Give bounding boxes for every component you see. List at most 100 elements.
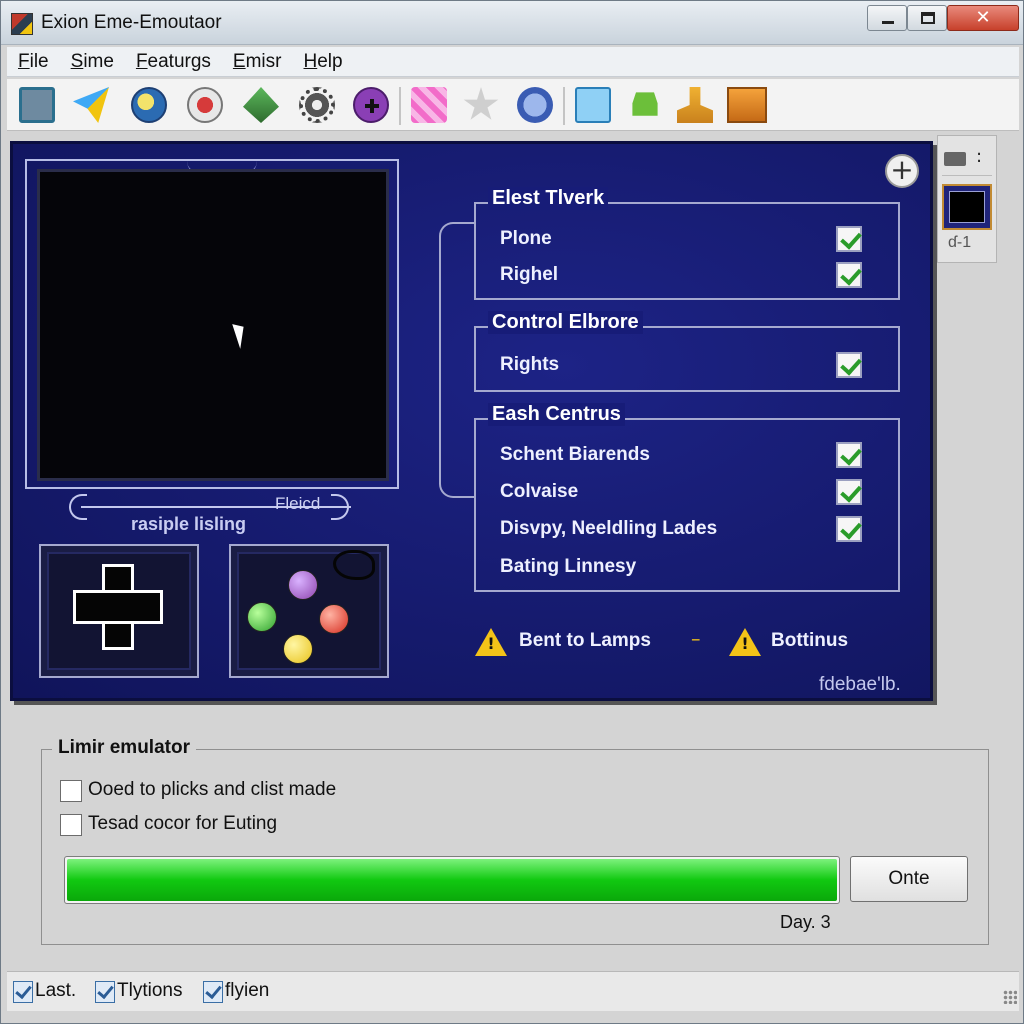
checkbox[interactable] [60, 814, 82, 836]
window-title: Exion Eme-Emoutaor [41, 12, 222, 33]
option-checkbox[interactable] [836, 516, 862, 542]
option-label: Righel [500, 264, 559, 285]
check-icon [203, 981, 223, 1003]
day-label: Day. 3 [780, 912, 831, 932]
close-button[interactable]: ✕ [947, 5, 1019, 31]
screen-frame [25, 159, 399, 489]
thumbnail-label: ɗ-1 [948, 234, 972, 251]
option-checkbox[interactable] [836, 226, 862, 252]
option-label: Schent Biarends [500, 444, 650, 465]
bird-icon[interactable] [73, 87, 109, 123]
title-bar[interactable]: Exion Eme-Emoutaor ✕ [1, 1, 1023, 45]
status-label: Tlytions [117, 980, 183, 1001]
option-checkbox[interactable] [836, 352, 862, 378]
plate-icon[interactable] [243, 87, 279, 123]
resize-grip-icon[interactable] [1003, 990, 1017, 1004]
gamepad-icon[interactable] [353, 87, 389, 123]
option-label: Colvaise [500, 481, 579, 502]
android-icon[interactable] [632, 92, 658, 116]
maximize-button[interactable] [907, 5, 947, 31]
drive-icon [944, 152, 966, 166]
red-button[interactable] [319, 604, 349, 634]
emulator-screen[interactable] [37, 169, 389, 481]
check-icon [95, 981, 115, 1003]
menu-file[interactable]: File [7, 51, 60, 73]
warning-separator: – [691, 628, 701, 650]
emulator-window: Exion Eme-Emoutaor ✕ File Sime Featurgs … [0, 0, 1024, 1024]
side-drive-row[interactable]: : [942, 142, 992, 176]
option-label: Plone [500, 228, 552, 249]
app-icon [11, 13, 33, 35]
status-label: Last. [35, 980, 77, 1001]
menu-sime[interactable]: Sime [60, 51, 125, 73]
screen-thumbnail[interactable] [942, 184, 992, 230]
warning-icon: ! [729, 628, 761, 656]
bug-icon[interactable] [517, 87, 553, 123]
group-title: Control Elbrore [488, 311, 643, 334]
warning-label-left: Bent to Lamps [519, 630, 651, 651]
progress-fill [67, 859, 837, 901]
minimize-icon [882, 21, 894, 24]
group-bracket [439, 222, 475, 498]
checkbox-label: Tesad cocor for Euting [88, 813, 278, 834]
maximize-icon [921, 12, 935, 24]
option-checkbox[interactable] [836, 479, 862, 505]
group-control-elbrore: Control Elbrore Rights [474, 311, 900, 392]
menu-featurgs[interactable]: Featurgs [125, 51, 222, 73]
toolbar-separator [399, 87, 401, 125]
check-icon [13, 981, 33, 1003]
dpad-center [105, 593, 131, 621]
purple-button[interactable] [288, 570, 318, 600]
menu-help[interactable]: Help [293, 51, 354, 73]
group-eash-centrus: Eash Centrus Schent Biarends Colvaise Di… [474, 403, 900, 592]
option-checkbox[interactable] [836, 262, 862, 288]
yellow-button[interactable] [283, 634, 313, 664]
face-buttons-control[interactable] [229, 544, 389, 678]
menu-bar: File Sime Featurgs Emisr Help [7, 47, 1019, 77]
document-icon[interactable] [575, 87, 611, 123]
checkbox-label: Ooed to plicks and clist made [88, 779, 337, 800]
thumbnail-screen [949, 191, 985, 223]
globe-icon[interactable] [131, 87, 167, 123]
onte-button[interactable]: Onte [850, 856, 968, 902]
gear-icon[interactable] [299, 87, 335, 123]
slider-tag: Fleicd [275, 494, 321, 513]
dpad-control[interactable] [39, 544, 199, 678]
warning-mark: ! [741, 634, 749, 653]
screen-caption: rasiple lisling [131, 514, 247, 534]
group-title: Elest Tlverk [488, 187, 609, 210]
warning-mark: ! [487, 634, 495, 653]
group-elest-tlverk: Elest Tlverk Plone Righel [474, 187, 900, 300]
side-strip: : ɗ-1 [937, 135, 997, 263]
minimize-button[interactable] [867, 5, 907, 31]
option-label: Disvpy, Neeldling Lades [500, 518, 718, 539]
status-label: flyien [225, 980, 270, 1001]
option-label: Bating Linnesy [500, 556, 637, 577]
checkbox[interactable] [60, 780, 82, 802]
cable-icon [333, 550, 375, 580]
emulator-panel: + Fleicd rasiple lisling Elest Tlverk Pl… [10, 141, 933, 701]
group-title: Eash Centrus [488, 403, 625, 426]
toolbar [7, 79, 1019, 131]
mouse-cursor-icon [232, 321, 250, 349]
warning-label-right[interactable]: Bottinus [771, 630, 848, 652]
gift-icon[interactable] [411, 87, 447, 123]
option-checkbox[interactable] [836, 442, 862, 468]
warning-icon: ! [475, 628, 507, 656]
stamp-icon[interactable] [677, 87, 713, 123]
toolbar-separator [563, 87, 565, 125]
panel-tag: fdebae'lb. [819, 674, 901, 695]
crate-icon[interactable] [727, 87, 767, 123]
option-label: Rights [500, 354, 560, 375]
menu-emisr[interactable]: Emisr [222, 51, 293, 73]
group-title: Limir emulator [52, 737, 196, 759]
slider-right-cap [331, 494, 349, 520]
add-button[interactable]: + [885, 154, 919, 188]
record-icon[interactable] [187, 87, 223, 123]
monitor-icon[interactable] [19, 87, 55, 123]
progress-bar [64, 856, 840, 904]
more-icon[interactable]: : [976, 146, 982, 167]
star-icon[interactable] [463, 87, 499, 120]
limit-emulator-group: Limir emulator Ooed to plicks and clist … [41, 737, 989, 945]
green-button[interactable] [247, 602, 277, 632]
